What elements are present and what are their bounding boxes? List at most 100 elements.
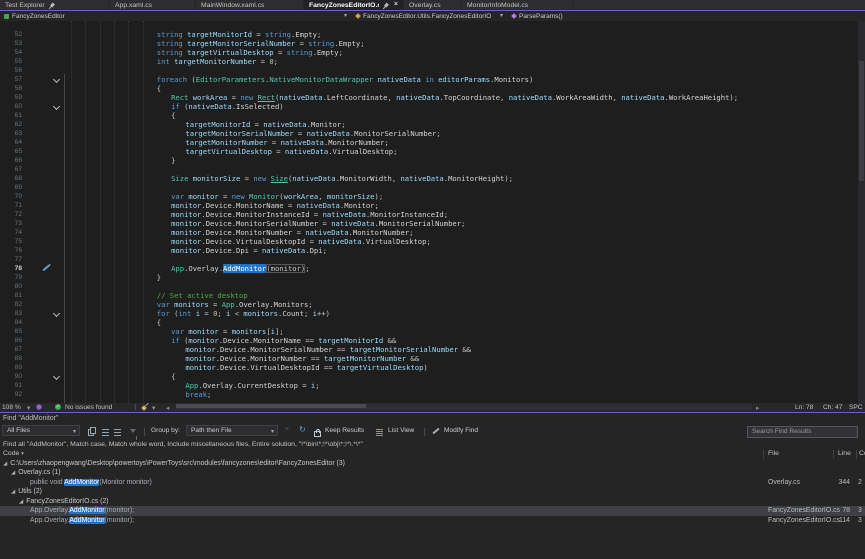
find-result-row[interactable]: App.Overlay.AddMonitor(monitor);FancyZon… (0, 506, 865, 516)
code-line[interactable]: 62targetMonitorId = nativeData.Monitor; (0, 120, 857, 129)
code-line[interactable]: 56 (0, 66, 857, 75)
column-divider[interactable] (763, 450, 764, 459)
keep-results-button[interactable]: Keep Results (325, 427, 364, 434)
code-line[interactable]: 61{ (0, 111, 857, 120)
collapse-all-icon[interactable] (102, 428, 109, 429)
hscroll-left-icon[interactable]: ◂ (166, 404, 169, 412)
code-line[interactable]: 66} (0, 156, 857, 165)
expand-all-icon[interactable] (114, 428, 121, 429)
code-line[interactable]: 64targetMonitorNumber = nativeData.Monit… (0, 138, 857, 147)
chevron-down-icon[interactable]: ▾ (500, 12, 503, 19)
member-dropdown[interactable]: ParseParams() (512, 11, 563, 21)
tab-mainwindow-xaml-cs[interactable]: MainWindow.xaml.cs (196, 0, 304, 10)
tab-overlay-cs[interactable]: Overlay.cs (404, 0, 462, 10)
tab-monitorinfomodel-cs[interactable]: MonitorInfoModel.cs (462, 0, 574, 10)
code-column-header[interactable]: Code ▾ (3, 450, 24, 457)
code-line[interactable]: 79} (0, 273, 857, 282)
vertical-scrollbar[interactable] (858, 21, 865, 403)
zoom-caret-icon[interactable]: ▾ (27, 404, 30, 412)
vertical-scrollbar-thumb[interactable] (859, 61, 864, 181)
code-line[interactable]: 80 (0, 282, 857, 291)
filter-icon[interactable] (130, 429, 136, 433)
pin-icon[interactable] (384, 2, 389, 7)
code-line[interactable]: 86if (monitor.Device.MonitorName == targ… (0, 336, 857, 345)
code-line[interactable]: 54string targetVirtualDesktop = string.E… (0, 48, 857, 57)
find-group-row[interactable]: ◢Utils (2) (0, 487, 865, 497)
zoom-level[interactable]: 108 % (2, 404, 21, 411)
find-group-row[interactable]: ◢FancyZonesEditorIO.cs (2) (0, 497, 865, 507)
tab-test-explorer[interactable]: Test Explorer (0, 0, 110, 10)
code-line[interactable]: 65targetVirtualDesktop = nativeData.Virt… (0, 147, 857, 156)
tab-fancyzoneseditorio-cs[interactable]: FancyZonesEditorIO.cs× (304, 0, 404, 10)
codelens-icon[interactable] (36, 404, 42, 410)
code-line[interactable]: 53string targetMonitorSerialNumber = str… (0, 39, 857, 48)
modify-find-pencil-icon[interactable] (432, 427, 439, 434)
fold-chevron-icon[interactable] (53, 102, 60, 109)
code-line[interactable]: 58{ (0, 84, 857, 93)
refresh-icon[interactable]: ↻ (299, 425, 307, 433)
tree-expanded-icon[interactable]: ◢ (11, 470, 15, 476)
scope-dropdown[interactable]: All Files ▾ (2, 425, 80, 436)
code-line[interactable]: 55int targetMonitorNumber = 0; (0, 57, 857, 66)
code-line[interactable]: 60if (nativeData.IsSelected) (0, 102, 857, 111)
code-line[interactable]: 78App.Overlay.AddMonitor(monitor); (0, 264, 857, 273)
code-line[interactable]: 57foreach (EditorParameters.NativeMonito… (0, 75, 857, 84)
hscroll-right-icon[interactable]: ▸ (756, 404, 759, 412)
code-line[interactable]: 92break; (0, 390, 857, 399)
list-view-button[interactable]: List View (388, 427, 414, 434)
tree-expanded-icon[interactable]: ◢ (3, 461, 7, 467)
code-line[interactable]: 63targetMonitorSerialNumber = nativeData… (0, 129, 857, 138)
code-line[interactable]: 69 (0, 183, 857, 192)
modify-find-button[interactable]: Modify Find (444, 427, 478, 434)
column-divider[interactable] (856, 450, 857, 459)
find-result-row[interactable]: public void AddMonitor(Monitor monitor)O… (0, 478, 865, 488)
col-column-header[interactable]: Col (859, 450, 865, 457)
lock-icon[interactable] (314, 431, 321, 437)
code-line[interactable]: 74monitor.Device.MonitorNumber = nativeD… (0, 228, 857, 237)
tab-app-xaml-cs[interactable]: App.xaml.cs (110, 0, 196, 10)
line-column-header[interactable]: Line (838, 450, 851, 457)
chevron-down-icon[interactable]: ▾ (344, 12, 347, 19)
cleanup-caret-icon[interactable]: ▾ (152, 404, 155, 412)
search-find-results-input[interactable]: Search Find Results (747, 426, 858, 438)
code-line[interactable]: 84{ (0, 318, 857, 327)
group-by-dropdown[interactable]: Path then File ▾ (186, 425, 278, 436)
code-line[interactable]: 90{ (0, 372, 857, 381)
code-line[interactable]: 88monitor.Device.MonitorNumber == target… (0, 354, 857, 363)
code-line[interactable]: 89monitor.Device.VirtualDesktopId == tar… (0, 363, 857, 372)
code-line[interactable]: 85var monitor = monitors[i]; (0, 327, 857, 336)
code-line[interactable]: 68Size monitorSize = new Size(nativeData… (0, 174, 857, 183)
horizontal-scrollbar[interactable] (176, 404, 752, 410)
tree-expanded-icon[interactable]: ◢ (11, 489, 15, 495)
fold-chevron-icon[interactable] (53, 309, 60, 316)
issues-status[interactable]: No issues found (65, 404, 112, 411)
find-group-row[interactable]: ◢C:\Users\zhaopengwang\Desktop\powertoys… (0, 459, 865, 469)
copy-icon[interactable] (87, 427, 95, 435)
close-icon[interactable]: × (394, 2, 398, 8)
file-column-header[interactable]: File (768, 450, 779, 457)
find-group-row[interactable]: ◢Overlay.cs (1) (0, 468, 865, 478)
code-line[interactable]: 82var monitors = App.Overlay.Monitors; (0, 300, 857, 309)
pin-icon[interactable] (50, 2, 55, 7)
code-line[interactable]: 76monitor.Device.Dpi = nativeData.Dpi; (0, 246, 857, 255)
code-line[interactable]: 67 (0, 165, 857, 174)
tree-expanded-icon[interactable]: ◢ (19, 499, 23, 505)
fold-chevron-icon[interactable] (53, 372, 60, 379)
code-line[interactable]: 73monitor.Device.MonitorSerialNumber = n… (0, 219, 857, 228)
code-line[interactable]: 83for (int i = 0; i < monitors.Count; i+… (0, 309, 857, 318)
horizontal-scrollbar-thumb[interactable] (176, 404, 366, 408)
code-line[interactable]: 77 (0, 255, 857, 264)
fold-chevron-icon[interactable] (53, 75, 60, 82)
type-dropdown[interactable]: FancyZonesEditor.Utils.FancyZonesEditorI… (356, 11, 491, 21)
code-line[interactable]: 81// Set active desktop (0, 291, 857, 300)
code-editor[interactable]: 52string targetMonitorId = string.Empty;… (0, 21, 865, 403)
code-line[interactable]: 72monitor.Device.MonitorInstanceId = nat… (0, 210, 857, 219)
code-line[interactable]: 71monitor.Device.MonitorName = nativeDat… (0, 201, 857, 210)
code-line[interactable]: 91App.Overlay.CurrentDesktop = i; (0, 381, 857, 390)
code-cleanup-icon[interactable] (142, 404, 149, 411)
clear-results-icon[interactable]: × (285, 426, 293, 434)
list-view-icon[interactable] (376, 429, 383, 430)
code-line[interactable]: 75monitor.Device.VirtualDesktopId = nati… (0, 237, 857, 246)
find-result-row[interactable]: App.Overlay.AddMonitor(monitor);FancyZon… (0, 516, 865, 526)
code-line[interactable]: 52string targetMonitorId = string.Empty; (0, 30, 857, 39)
